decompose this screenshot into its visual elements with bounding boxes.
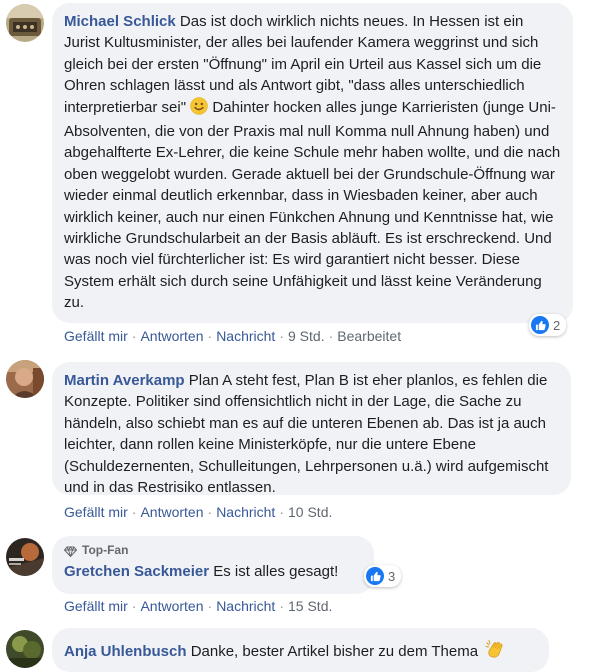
comment-text: Danke, bester Artikel bisher zu dem Them…: [190, 643, 479, 660]
comment-author[interactable]: Gretchen Sackmeier: [64, 563, 209, 580]
avatar[interactable]: [6, 538, 44, 576]
reaction-count: 3: [388, 568, 396, 584]
message-button[interactable]: Nachricht: [216, 598, 275, 614]
timestamp[interactable]: 10 Std.: [288, 504, 332, 520]
comment-bubble: Top-Fan Gretchen Sackmeier Es ist alles …: [52, 536, 374, 594]
reaction-count: 2: [553, 317, 561, 333]
reply-button[interactable]: Antworten: [140, 328, 203, 344]
avatar[interactable]: [6, 630, 44, 668]
clapping-hands-icon: [485, 639, 505, 665]
edited-label: Bearbeitet: [337, 328, 402, 344]
like-button[interactable]: Gefällt mir: [64, 598, 128, 614]
message-button[interactable]: Nachricht: [216, 328, 275, 344]
reply-button[interactable]: Antworten: [140, 598, 203, 614]
comment-actions: Gefällt mir · Antworten · Nachricht · 15 Std.: [64, 598, 333, 614]
avatar[interactable]: [6, 4, 44, 42]
comment-bubble: Martin Averkamp Plan A steht fest, Plan …: [52, 362, 571, 497]
comment-bubble: Anja Uhlenbusch Danke, bester Artikel bi…: [52, 628, 549, 672]
comment-text: Es ist alles gesagt!: [213, 563, 339, 580]
like-icon: [531, 316, 549, 334]
comment-text: Plan A steht fest, Plan B ist eher planl…: [64, 372, 549, 497]
reaction-summary[interactable]: 3: [364, 565, 402, 587]
like-button[interactable]: Gefällt mir: [64, 328, 128, 344]
comment-bubble: Michael Schlick Das ist doch wirklich ni…: [52, 3, 573, 323]
reply-button[interactable]: Antworten: [140, 504, 203, 520]
like-icon: [366, 567, 384, 585]
comment-text-continued: Dahinter hocken alles junge Karrieristen…: [64, 98, 561, 312]
like-button[interactable]: Gefällt mir: [64, 504, 128, 520]
comment-author[interactable]: Michael Schlick: [64, 13, 176, 30]
comment-author[interactable]: Anja Uhlenbusch: [64, 643, 187, 660]
slightly-smiling-face-icon: [190, 96, 208, 121]
avatar[interactable]: [6, 360, 44, 398]
diamond-icon: [64, 545, 77, 557]
comment-actions: Gefällt mir · Antworten · Nachricht · 10 Std.: [64, 504, 333, 520]
top-fan-label: Top-Fan: [82, 543, 129, 558]
comment-author[interactable]: Martin Averkamp: [64, 372, 185, 389]
top-fan-badge: Top-Fan: [64, 543, 362, 559]
comment-actions: Gefällt mir · Antworten · Nachricht · 9 Std. · B…: [64, 328, 402, 344]
message-button[interactable]: Nachricht: [216, 504, 275, 520]
timestamp[interactable]: 15 Std.: [288, 598, 332, 614]
timestamp[interactable]: 9 Std.: [288, 328, 325, 344]
reaction-summary[interactable]: 2: [529, 314, 567, 336]
